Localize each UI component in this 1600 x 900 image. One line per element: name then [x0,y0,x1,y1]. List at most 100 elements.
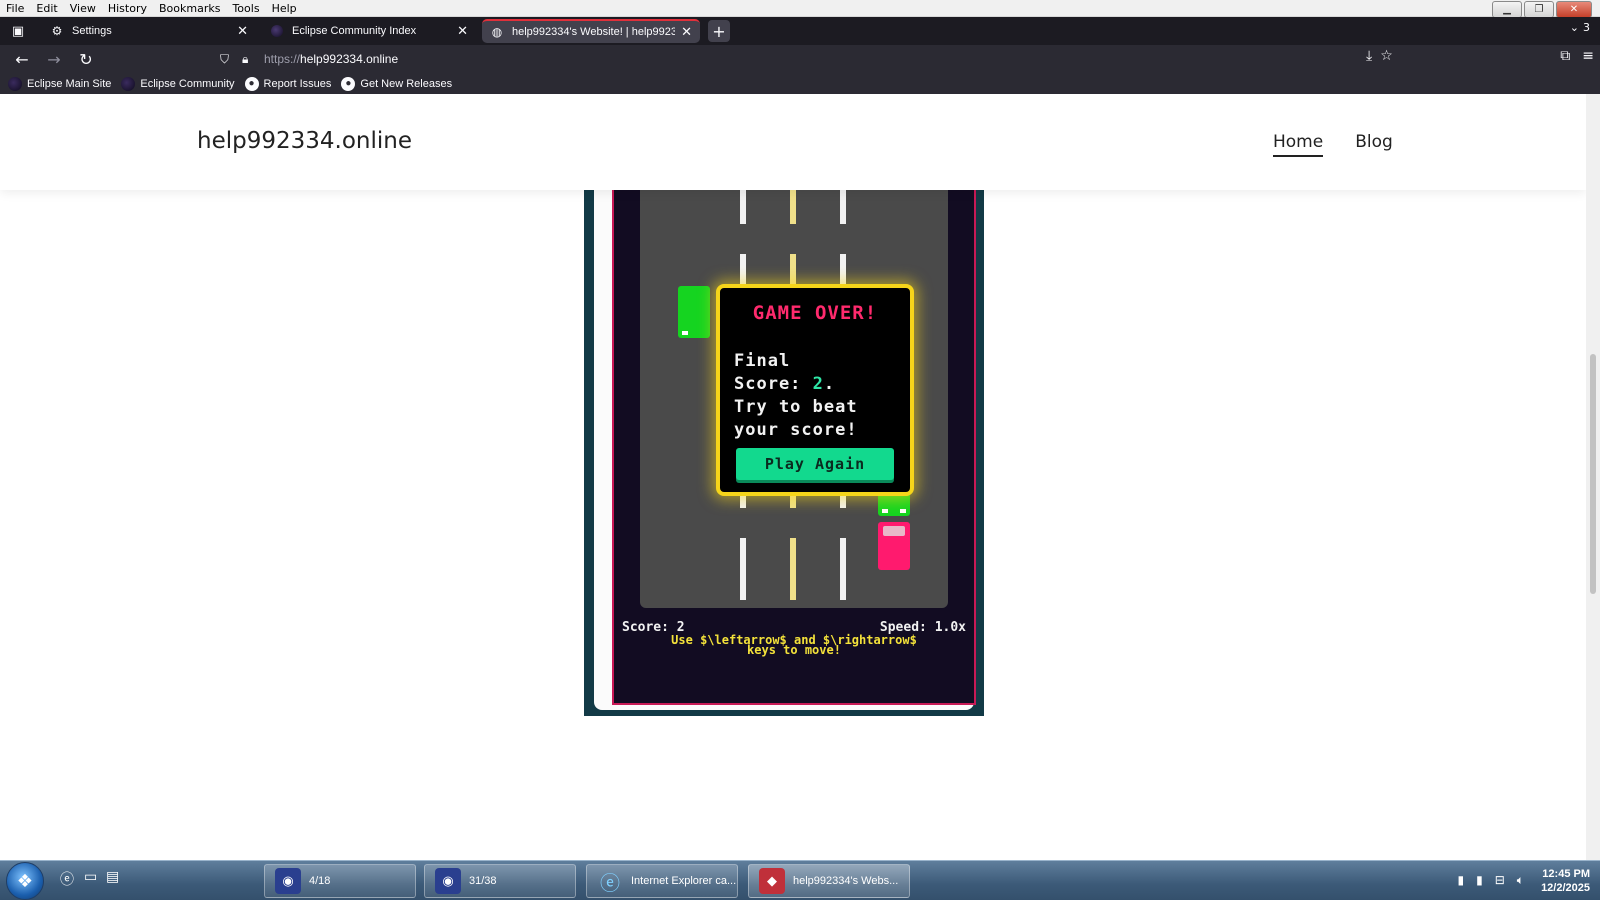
taskbar-item-4-18[interactable]: ◉ 4/18 [264,864,416,898]
window-controls: ▁ ❐ ✕ [1492,1,1592,18]
bookmark-label: Eclipse Community [140,77,235,90]
eclipse-icon [270,24,284,38]
nav-home-link[interactable]: Home [1273,132,1324,157]
url-actions: ⤓ ☆ [1366,48,1393,64]
app-icon: ◉ [275,868,301,894]
final-line-4: your score! [734,420,858,440]
close-tab-icon[interactable]: ✕ [237,23,248,39]
bookmark-star-icon[interactable]: ☆ [1380,48,1393,64]
game-card: GAME OVER! Final Score: 2. Try to beat y… [594,114,976,710]
menu-bookmarks[interactable]: Bookmarks [153,2,226,15]
menu-tools[interactable]: Tools [226,2,265,15]
bookmark-label: Eclipse Main Site [27,77,112,90]
navigation-toolbar: ← → ↻ ⛉ 🔒︎ https:// help992334.online ⤓ … [0,45,1600,73]
page-scrollbar[interactable] [1586,94,1600,860]
url-bar[interactable]: ⛉ 🔒︎ https:// help992334.online [220,48,1400,70]
taskbar-item-internet-explorer[interactable]: ⓔ Internet Explorer ca... [586,864,738,898]
taskbar: ❖ ⓔ ▭ ▤ ◉ 4/18 ◉ 31/38 ⓔ Internet Explor… [0,860,1600,900]
final-score-value: 2 [812,374,824,394]
network-icon[interactable]: ⊟ [1495,873,1505,888]
tab-list-button[interactable]: ⌄ 3 [1570,21,1590,34]
save-to-pocket-icon[interactable]: ⤓ [1366,48,1372,64]
taskbar-label: 31/38 [469,875,497,887]
bookmark-eclipse-community[interactable]: Eclipse Community [121,76,235,91]
menu-help[interactable]: Help [266,2,303,15]
shield-icon[interactable]: ⛉ [220,52,238,67]
taskbar-label: 4/18 [309,875,331,887]
browser-icon: ◆ [759,868,785,894]
reload-button[interactable]: ↻ [70,45,102,73]
close-window-button[interactable]: ✕ [1556,1,1592,18]
tab-label: help992334's Website! | help99233 [512,26,676,38]
taskbar-item-31-38[interactable]: ◉ 31/38 [424,864,576,898]
extensions-icon[interactable]: ⧉ [1560,48,1570,64]
bookmark-get-new-releases[interactable]: ● Get New Releases [341,76,453,91]
chevron-down-icon: ⌄ [1569,21,1579,34]
lane-marker [740,538,746,600]
tab-groups-icon[interactable]: ▣ [0,17,36,45]
restore-button[interactable]: ❐ [1524,1,1554,18]
menu-edit[interactable]: Edit [30,2,63,15]
game-container: GAME OVER! Final Score: 2. Try to beat y… [584,114,984,716]
taskbar-item-browser[interactable]: ◆ help992334's Webs... [748,864,910,898]
ie-icon: ⓔ [600,872,620,895]
forward-button[interactable]: → [38,45,70,73]
close-tab-icon[interactable]: ✕ [457,23,468,39]
bookmark-label: Get New Releases [360,77,453,90]
bookmark-label: Report Issues [263,77,332,90]
game-over-title: GAME OVER! [752,302,878,324]
web-page: help992334.online Home Blog GAME OVER! F… [0,94,1586,860]
back-button[interactable]: ← [6,45,38,73]
bookmark-eclipse-main-site[interactable]: Eclipse Main Site [8,76,112,91]
gear-icon: ⚙ [51,24,63,38]
taskbar-label: help992334's Webs... [793,875,899,887]
github-icon: ● [341,76,356,91]
globe-icon: ◍ [491,25,503,39]
scrollbar-thumb[interactable] [1590,354,1596,594]
start-button[interactable]: ❖ [6,862,44,900]
game-canvas[interactable]: GAME OVER! Final Score: 2. Try to beat y… [612,114,976,705]
taskbar-label: Internet Explorer ca... [631,875,737,887]
play-again-button[interactable]: Play Again [736,448,894,480]
github-icon: ● [244,76,259,91]
nav-blog-link[interactable]: Blog [1355,132,1393,157]
close-tab-icon[interactable]: ✕ [681,24,692,40]
show-desktop-icon[interactable]: ▭ [84,869,97,885]
final-score-line: Score: 2. [734,374,836,394]
menu-icon[interactable]: ≡ [1582,48,1594,64]
tray-app-icon[interactable]: ▮ [1476,873,1483,888]
tray-app-icon[interactable]: ▮ [1458,873,1465,888]
ie-quicklaunch-icon[interactable]: ⓔ [60,869,74,889]
menu-file[interactable]: File [0,2,30,15]
clock[interactable]: 12:45 PM 12/2/2025 [1541,867,1590,895]
tab-count: 3 [1583,21,1590,34]
new-tab-button[interactable]: + [708,20,730,42]
lane-marker [740,494,746,508]
tab-eclipse-community-index[interactable]: Eclipse Community Index ✕ [262,19,476,43]
final-score-message: Final Score: 2. Try to beat your score! [734,350,904,442]
menu-history[interactable]: History [102,2,153,15]
eclipse-icon [8,76,22,91]
clock-date: 12/2/2025 [1541,882,1590,894]
clock-time: 12:45 PM [1542,868,1590,880]
volume-muted-icon[interactable]: 🔈︎ [1517,873,1524,888]
eclipse-icon [121,76,136,91]
url-host: help992334.online [300,52,399,66]
tab-help992334-website[interactable]: ◍ help992334's Website! | help99233 ✕ [482,19,700,43]
lock-icon[interactable]: 🔒︎ [242,52,260,67]
system-tray: ▮ ▮ ⊟ 🔈︎ [1458,873,1524,888]
enemy-car [678,286,710,338]
url-protocol: https:// [264,52,301,66]
tab-strip: ▣ ⚙ Settings ✕ Eclipse Community Index ✕… [0,17,1600,45]
tab-settings[interactable]: ⚙ Settings ✕ [42,19,256,43]
site-title[interactable]: help992334.online [197,128,412,154]
bookmark-report-issues[interactable]: ● Report Issues [244,76,332,91]
bookmarks-toolbar: Eclipse Main Site Eclipse Community ● Re… [0,73,1600,94]
minimize-button[interactable]: ▁ [1492,1,1522,18]
menu-view[interactable]: View [64,2,102,15]
lane-marker [840,538,846,600]
switch-windows-icon[interactable]: ▤ [106,869,119,885]
player-car [878,522,910,570]
game-over-dialog: GAME OVER! Final Score: 2. Try to beat y… [716,284,914,496]
lane-marker [840,494,846,508]
